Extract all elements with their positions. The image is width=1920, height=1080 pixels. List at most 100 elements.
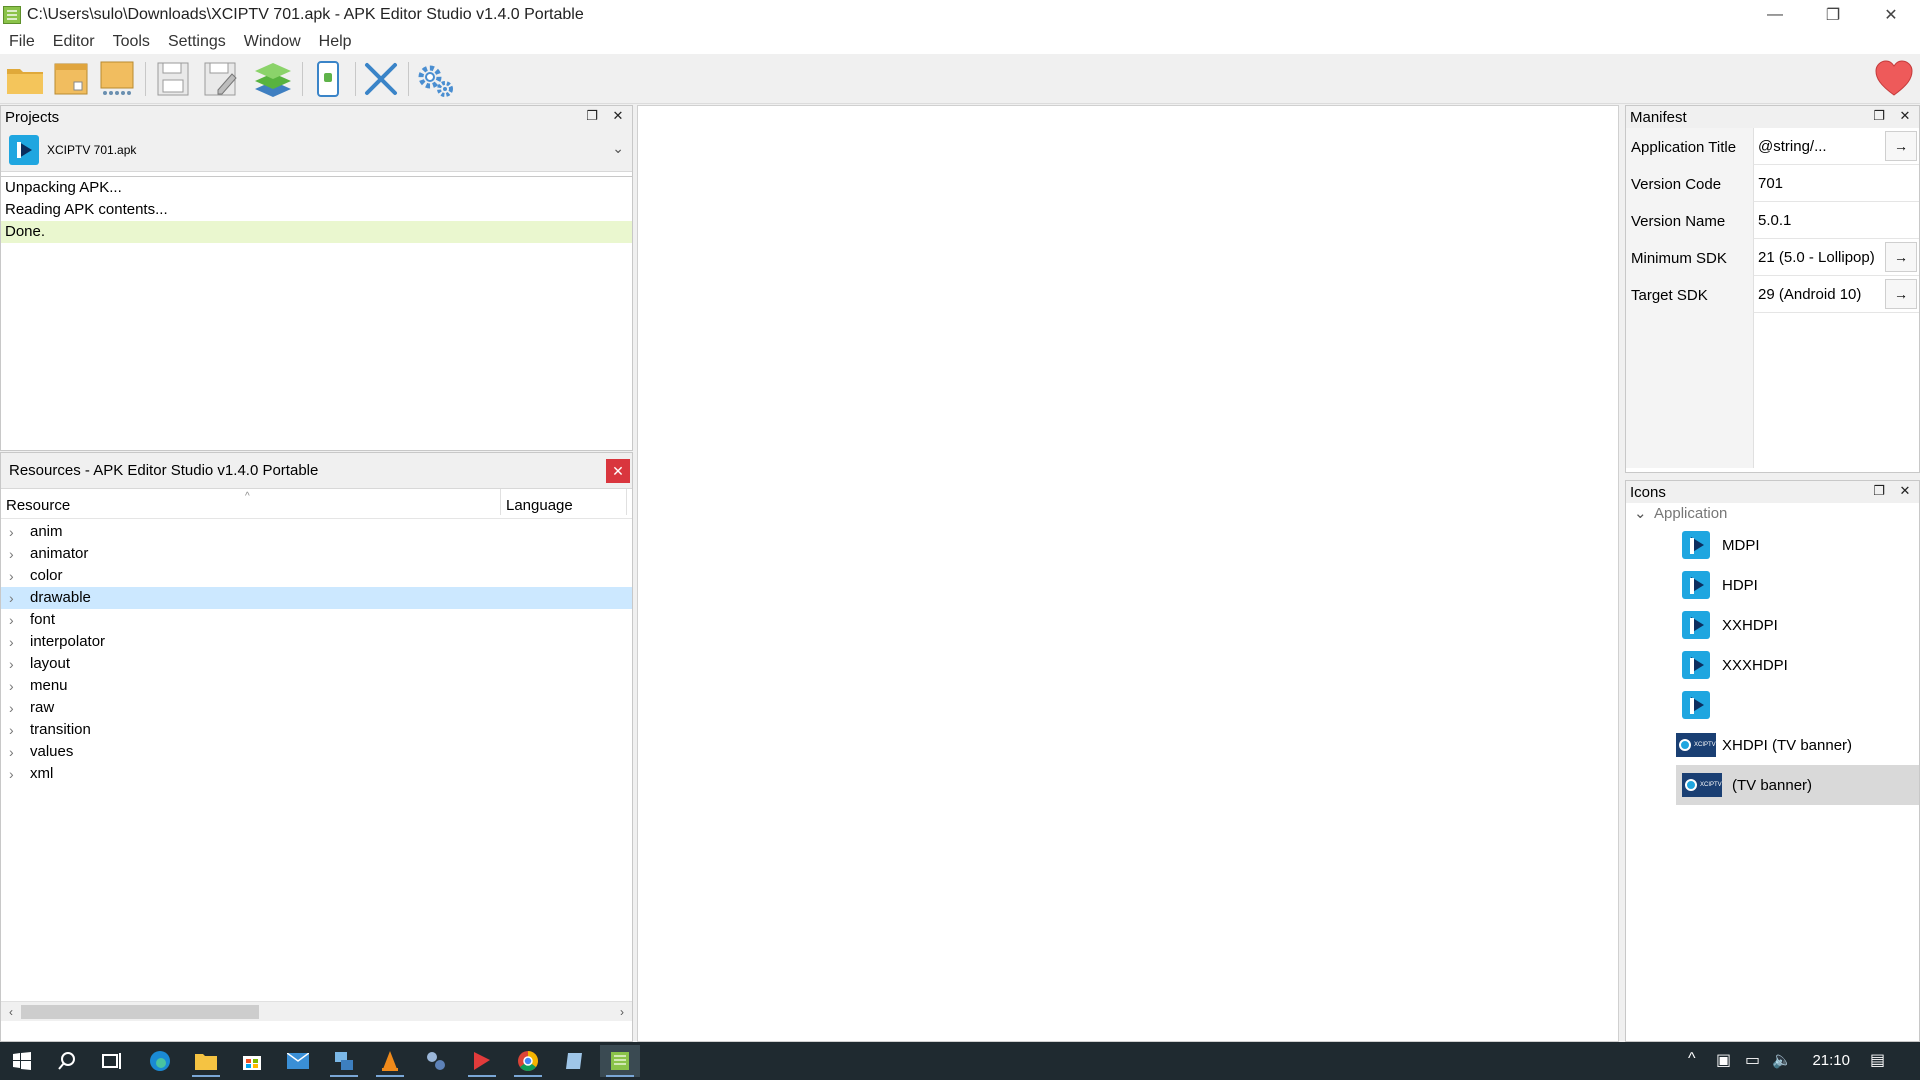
chevron-right-icon[interactable]: › <box>9 631 14 653</box>
tree-item-raw[interactable]: › raw <box>1 697 632 719</box>
taskbar-edge[interactable] <box>140 1045 180 1077</box>
tree-item-anim[interactable]: › anim <box>1 521 632 543</box>
icon-item-xxhdpi[interactable]: XXHDPI <box>1626 605 1919 645</box>
scrollbar-thumb[interactable] <box>21 1005 259 1019</box>
restore-button[interactable]: ❐ <box>1804 0 1862 30</box>
chevron-down-icon[interactable]: ⌄ <box>1634 503 1647 525</box>
column-language[interactable]: Language <box>501 489 573 519</box>
scroll-left-icon[interactable]: ‹ <box>1 1002 21 1022</box>
close-panel-button[interactable]: ✕ <box>1897 483 1913 499</box>
taskbar-store[interactable] <box>232 1045 272 1077</box>
clock[interactable]: 21:10 <box>1812 1042 1850 1080</box>
taskbar-file-explorer[interactable] <box>186 1045 226 1077</box>
sort-ascending-icon: ^ <box>245 491 250 502</box>
tree-item-animator[interactable]: › animator <box>1 543 632 565</box>
chevron-right-icon[interactable]: › <box>9 653 14 675</box>
tree-item-interpolator[interactable]: › interpolator <box>1 631 632 653</box>
chevron-right-icon[interactable]: › <box>9 763 14 785</box>
chevron-right-icon[interactable]: › <box>9 521 14 543</box>
install-apk-button[interactable] <box>96 58 138 100</box>
open-contents-icon <box>54 63 88 95</box>
tree-item-drawable[interactable]: › drawable <box>1 587 632 609</box>
chevron-right-icon[interactable]: › <box>9 609 14 631</box>
menu-editor[interactable]: Editor <box>44 30 104 54</box>
tree-item-layout[interactable]: › layout <box>1 653 632 675</box>
chevron-right-icon[interactable]: › <box>9 543 14 565</box>
tree-item-transition[interactable]: › transition <box>1 719 632 741</box>
volume-icon[interactable]: 🔈 <box>1772 1050 1792 1070</box>
resources-close-button[interactable]: ✕ <box>606 459 630 483</box>
notifications-icon[interactable]: ▤ <box>1870 1050 1885 1070</box>
tray-overflow-icon[interactable]: ^ <box>1688 1050 1696 1068</box>
edge-icon <box>150 1051 170 1071</box>
chevron-right-icon[interactable]: › <box>9 719 14 741</box>
icon-item-tv-banner[interactable]: XCIPTV (TV banner) <box>1676 765 1919 805</box>
tree-item-menu[interactable]: › menu <box>1 675 632 697</box>
icon-item-hdpi[interactable]: HDPI <box>1626 565 1919 605</box>
task-view-button[interactable] <box>92 1045 132 1077</box>
edit-arrow-button[interactable]: → <box>1885 131 1917 161</box>
app-title-field[interactable]: @string/... → <box>1753 128 1919 165</box>
taskbar-app-2[interactable] <box>416 1045 456 1077</box>
open-contents-button[interactable] <box>50 58 92 100</box>
taskbar-vlc[interactable] <box>370 1045 410 1077</box>
undock-button[interactable]: ❐ <box>1871 483 1887 499</box>
start-button[interactable] <box>2 1045 42 1077</box>
horizontal-scrollbar[interactable]: ‹ › <box>1 1001 632 1021</box>
app-icon <box>3 6 21 24</box>
icon-item-xxxhdpi[interactable]: XXXHDPI <box>1626 645 1919 685</box>
project-dropdown[interactable]: XCIPTV 701.apk ⌄ <box>1 128 632 172</box>
tray-app-icon[interactable]: ▣ <box>1716 1050 1731 1070</box>
android-device-button[interactable] <box>307 58 349 100</box>
tree-item-font[interactable]: › font <box>1 609 632 631</box>
close-apk-button[interactable] <box>360 58 402 100</box>
icon-item-unnamed[interactable] <box>1626 685 1919 725</box>
close-window-button[interactable]: ✕ <box>1862 0 1920 30</box>
search-button[interactable] <box>47 1045 87 1077</box>
edit-arrow-button[interactable]: → <box>1885 242 1917 272</box>
menu-settings[interactable]: Settings <box>159 30 235 54</box>
version-code-field[interactable]: 701 <box>1753 165 1919 202</box>
minimize-button[interactable]: — <box>1746 0 1804 30</box>
version-name-field[interactable]: 5.0.1 <box>1753 202 1919 239</box>
menu-window[interactable]: Window <box>235 30 310 54</box>
tree-item-values[interactable]: › values <box>1 741 632 763</box>
save-as-button[interactable] <box>200 58 242 100</box>
close-panel-button[interactable]: ✕ <box>1897 108 1913 124</box>
donate-button[interactable] <box>1874 59 1914 99</box>
edit-arrow-button[interactable]: → <box>1885 279 1917 309</box>
target-sdk-field[interactable]: 29 (Android 10) → <box>1753 276 1919 313</box>
undock-button[interactable]: ❐ <box>1871 108 1887 124</box>
manifest-row-version-name: Version Name 5.0.1 <box>1626 202 1919 239</box>
menu-tools[interactable]: Tools <box>104 30 159 54</box>
network-icon[interactable]: ▭ <box>1745 1050 1760 1070</box>
chevron-right-icon[interactable]: › <box>9 741 14 763</box>
menu-help[interactable]: Help <box>310 30 361 54</box>
manifest-row-target-sdk: Target SDK 29 (Android 10) → <box>1626 276 1919 313</box>
min-sdk-field[interactable]: 21 (5.0 - Lollipop) → <box>1753 239 1919 276</box>
taskbar-chrome[interactable] <box>508 1045 548 1077</box>
chevron-right-icon[interactable]: › <box>9 697 14 719</box>
taskbar-mail[interactable] <box>278 1045 318 1077</box>
tree-item-color[interactable]: › color <box>1 565 632 587</box>
taskbar-app-1[interactable] <box>324 1045 364 1077</box>
open-apk-button[interactable] <box>4 58 46 100</box>
chevron-right-icon[interactable]: › <box>9 565 14 587</box>
chevron-right-icon[interactable]: › <box>9 675 14 697</box>
tree-item-xml[interactable]: › xml <box>1 763 632 785</box>
taskbar-apk-editor[interactable] <box>600 1045 640 1077</box>
save-apk-button[interactable] <box>152 58 194 100</box>
close-panel-button[interactable]: ✕ <box>610 108 626 124</box>
icons-group-application[interactable]: ⌄ Application <box>1626 503 1919 525</box>
icon-item-xhdpi-tv-banner[interactable]: XCIPTV XHDPI (TV banner) <box>1626 725 1919 765</box>
menu-file[interactable]: File <box>0 30 44 54</box>
settings-button[interactable] <box>414 58 456 100</box>
optimize-button[interactable] <box>252 58 294 100</box>
taskbar-app-4[interactable] <box>554 1045 594 1077</box>
undock-button[interactable]: ❐ <box>584 108 600 124</box>
scroll-right-icon[interactable]: › <box>612 1002 632 1022</box>
chevron-right-icon[interactable]: › <box>9 587 14 609</box>
column-resource[interactable]: Resource <box>1 489 70 519</box>
icon-item-mdpi[interactable]: MDPI <box>1626 525 1919 565</box>
taskbar-app-3[interactable] <box>462 1045 502 1077</box>
